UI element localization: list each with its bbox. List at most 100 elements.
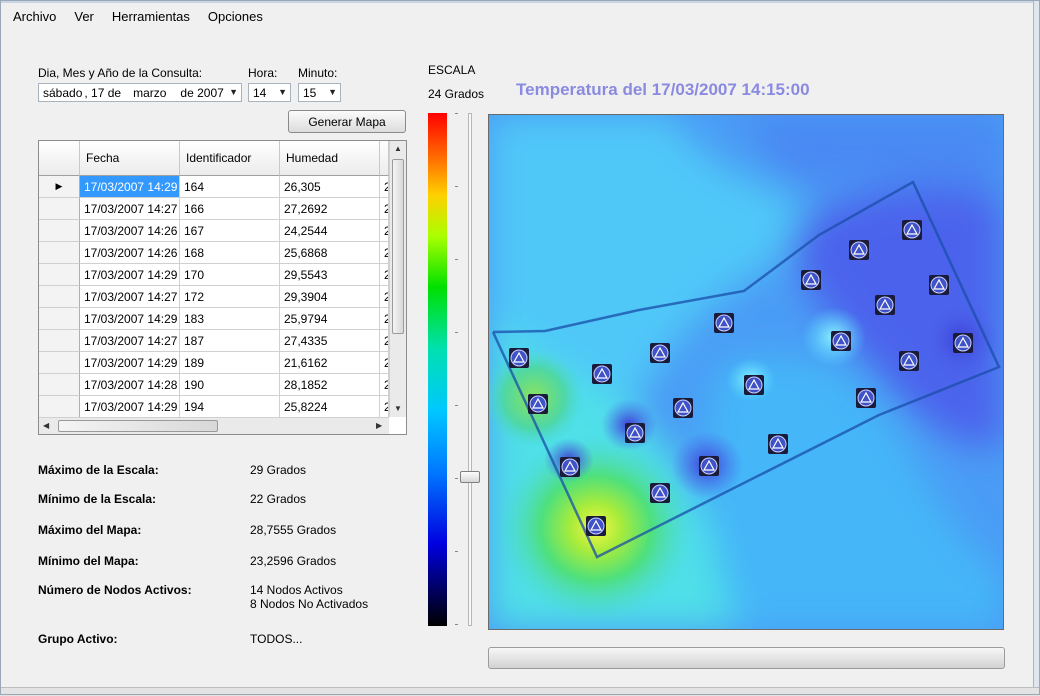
row-header[interactable] — [39, 242, 80, 264]
scroll-right-icon[interactable]: ▶ — [376, 421, 382, 430]
cell-humedad[interactable]: 24,2544 — [280, 220, 380, 242]
cell-humedad[interactable]: 29,3904 — [280, 286, 380, 308]
cell-fecha[interactable]: 17/03/2007 14:27 — [80, 330, 180, 352]
column-header-fecha[interactable]: Fecha — [80, 141, 180, 176]
chevron-down-icon[interactable]: ▼ — [229, 87, 238, 97]
cell-fecha[interactable]: 17/03/2007 14:29 — [80, 176, 180, 198]
table-row[interactable]: 17/03/2007 14:2718727,43352 — [39, 330, 389, 352]
menu-ver[interactable]: Ver — [65, 5, 103, 29]
node-sensor-icon[interactable] — [768, 434, 788, 454]
row-header[interactable] — [39, 396, 80, 418]
cell-extra[interactable]: 2 — [380, 308, 389, 330]
node-sensor-icon[interactable] — [714, 313, 734, 333]
table-row[interactable]: 17/03/2007 14:2819028,18522 — [39, 374, 389, 396]
cell-fecha[interactable]: 17/03/2007 14:27 — [80, 198, 180, 220]
cell-humedad[interactable]: 27,4335 — [280, 330, 380, 352]
horizontal-scroll-thumb[interactable] — [58, 420, 218, 432]
cell-extra[interactable]: 2 — [380, 220, 389, 242]
hour-select[interactable]: 14 ▼ — [248, 83, 291, 102]
table-row[interactable]: 17/03/2007 14:2616724,25442 — [39, 220, 389, 242]
cell-extra[interactable]: 2 — [380, 242, 389, 264]
chevron-down-icon[interactable]: ▼ — [328, 87, 337, 97]
data-grid[interactable]: Fecha Identificador Humedad ▶ 17/03/2007 … — [38, 140, 407, 435]
node-sensor-icon[interactable] — [699, 456, 719, 476]
temperature-map[interactable] — [488, 114, 1004, 630]
cell-fecha[interactable]: 17/03/2007 14:27 — [80, 286, 180, 308]
row-header[interactable] — [39, 264, 80, 286]
row-header[interactable] — [39, 286, 80, 308]
node-sensor-icon[interactable] — [856, 388, 876, 408]
column-header-identificador[interactable]: Identificador — [180, 141, 280, 176]
node-sensor-icon[interactable] — [673, 398, 693, 418]
node-sensor-icon[interactable] — [625, 423, 645, 443]
cell-identificador[interactable]: 170 — [180, 264, 280, 286]
cell-humedad[interactable]: 26,305 — [280, 176, 380, 198]
cell-fecha[interactable]: 17/03/2007 14:29 — [80, 264, 180, 286]
cell-identificador[interactable]: 168 — [180, 242, 280, 264]
column-header-extra[interactable] — [380, 141, 389, 176]
cell-identificador[interactable]: 164 — [180, 176, 280, 198]
cell-extra[interactable]: 2 — [380, 264, 389, 286]
cell-identificador[interactable]: 166 — [180, 198, 280, 220]
cell-extra[interactable]: 2 — [380, 198, 389, 220]
node-sensor-icon[interactable] — [831, 331, 851, 351]
node-sensor-icon[interactable] — [592, 364, 612, 384]
row-header[interactable] — [39, 374, 80, 396]
table-row[interactable]: 17/03/2007 14:2917029,55432 — [39, 264, 389, 286]
chevron-down-icon[interactable]: ▼ — [278, 87, 287, 97]
scale-slider-thumb[interactable] — [460, 471, 480, 483]
node-sensor-icon[interactable] — [801, 270, 821, 290]
cell-identificador[interactable]: 172 — [180, 286, 280, 308]
row-header[interactable] — [39, 308, 80, 330]
node-sensor-icon[interactable] — [902, 220, 922, 240]
row-header[interactable] — [39, 352, 80, 374]
table-row[interactable]: 17/03/2007 14:2717229,39042 — [39, 286, 389, 308]
scroll-up-icon[interactable]: ▲ — [394, 144, 402, 153]
cell-fecha[interactable]: 17/03/2007 14:29 — [80, 308, 180, 330]
table-row[interactable]: ▶17/03/2007 14:2916426,3052 — [39, 176, 389, 198]
row-header[interactable] — [39, 330, 80, 352]
menu-opciones[interactable]: Opciones — [199, 5, 272, 29]
cell-identificador[interactable]: 194 — [180, 396, 280, 418]
cell-extra[interactable]: 2 — [380, 352, 389, 374]
cell-humedad[interactable]: 25,8224 — [280, 396, 380, 418]
node-sensor-icon[interactable] — [744, 375, 764, 395]
scale-slider-track[interactable] — [468, 113, 472, 626]
cell-humedad[interactable]: 21,6162 — [280, 352, 380, 374]
cell-identificador[interactable]: 190 — [180, 374, 280, 396]
cell-extra[interactable]: 2 — [380, 330, 389, 352]
row-header[interactable] — [39, 220, 80, 242]
cell-fecha[interactable]: 17/03/2007 14:29 — [80, 352, 180, 374]
cell-fecha[interactable]: 17/03/2007 14:26 — [80, 220, 180, 242]
cell-fecha[interactable]: 17/03/2007 14:26 — [80, 242, 180, 264]
node-sensor-icon[interactable] — [929, 275, 949, 295]
node-sensor-icon[interactable] — [875, 295, 895, 315]
column-header-humedad[interactable]: Humedad — [280, 141, 380, 176]
table-row[interactable]: 17/03/2007 14:2919425,82242 — [39, 396, 389, 418]
table-row[interactable]: 17/03/2007 14:2716627,26922 — [39, 198, 389, 220]
node-sensor-icon[interactable] — [650, 343, 670, 363]
menu-archivo[interactable]: Archivo — [4, 5, 65, 29]
table-row[interactable]: 17/03/2007 14:2616825,68682 — [39, 242, 389, 264]
horizontal-scrollbar[interactable]: ◀ ▶ — [39, 417, 389, 434]
cell-extra[interactable]: 2 — [380, 374, 389, 396]
cell-fecha[interactable]: 17/03/2007 14:29 — [80, 396, 180, 418]
cell-identificador[interactable]: 167 — [180, 220, 280, 242]
node-sensor-icon[interactable] — [650, 483, 670, 503]
row-header[interactable]: ▶ — [39, 176, 80, 198]
node-sensor-icon[interactable] — [849, 240, 869, 260]
cell-identificador[interactable]: 189 — [180, 352, 280, 374]
node-sensor-icon[interactable] — [509, 348, 529, 368]
node-sensor-icon[interactable] — [560, 457, 580, 477]
minute-select[interactable]: 15 ▼ — [298, 83, 341, 102]
cell-fecha[interactable]: 17/03/2007 14:28 — [80, 374, 180, 396]
cell-humedad[interactable]: 27,2692 — [280, 198, 380, 220]
cell-extra[interactable]: 2 — [380, 396, 389, 418]
generate-map-button[interactable]: Generar Mapa — [288, 110, 406, 133]
cell-humedad[interactable]: 29,5543 — [280, 264, 380, 286]
cell-identificador[interactable]: 187 — [180, 330, 280, 352]
node-sensor-icon[interactable] — [586, 516, 606, 536]
cell-humedad[interactable]: 25,6868 — [280, 242, 380, 264]
node-sensor-icon[interactable] — [953, 333, 973, 353]
menu-herramientas[interactable]: Herramientas — [103, 5, 199, 29]
